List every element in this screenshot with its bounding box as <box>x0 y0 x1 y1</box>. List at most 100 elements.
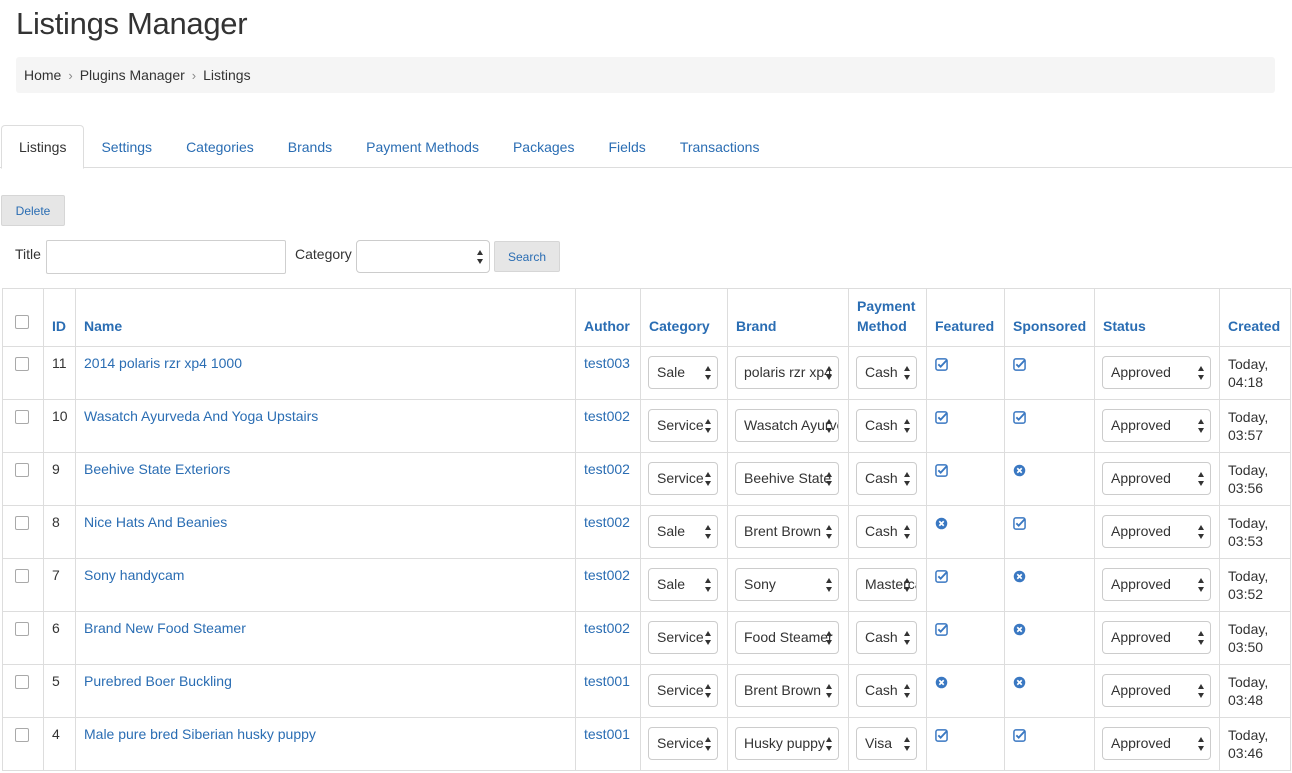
delete-button[interactable]: Delete <box>1 195 65 226</box>
check-square-icon[interactable] <box>1013 517 1026 530</box>
column-header-status[interactable]: Status <box>1094 288 1220 347</box>
column-header-name[interactable]: Name <box>75 288 576 347</box>
row-checkbox[interactable] <box>15 410 29 424</box>
status-select[interactable]: Approved <box>1102 621 1211 654</box>
status-select[interactable]: Approved <box>1102 356 1211 389</box>
tab-settings[interactable]: Settings <box>84 125 169 168</box>
author-link[interactable]: test001 <box>584 673 630 689</box>
tab-categories[interactable]: Categories <box>169 125 271 168</box>
table-row: 10 Wasatch Ayurveda And Yoga Upstairs test… <box>2 399 1291 453</box>
tab-packages[interactable]: Packages <box>496 125 591 168</box>
select-all-checkbox[interactable] <box>15 315 29 329</box>
category-select[interactable]: Service <box>648 462 718 495</box>
times-circle-icon[interactable] <box>1013 676 1026 689</box>
category-select[interactable]: Service <box>648 727 718 760</box>
tab-brands[interactable]: Brands <box>271 125 349 168</box>
times-circle-icon[interactable] <box>1013 623 1026 636</box>
check-square-icon[interactable] <box>1013 729 1026 742</box>
status-select[interactable]: Approved <box>1102 727 1211 760</box>
times-circle-icon[interactable] <box>1013 570 1026 583</box>
status-select[interactable]: Approved <box>1102 568 1211 601</box>
row-checkbox[interactable] <box>15 675 29 689</box>
payment-method-select[interactable]: Cash <box>856 462 917 495</box>
column-header-category[interactable]: Category <box>640 288 728 347</box>
check-square-icon[interactable] <box>935 464 948 477</box>
category-select[interactable]: Service <box>648 621 718 654</box>
payment-method-select[interactable]: Cash <box>856 621 917 654</box>
tab-listings[interactable]: Listings <box>1 125 85 169</box>
column-header-created[interactable]: Created <box>1219 288 1291 347</box>
category-select[interactable]: Service <box>648 674 718 707</box>
status-select[interactable]: Approved <box>1102 674 1211 707</box>
row-checkbox[interactable] <box>15 516 29 530</box>
payment-method-select[interactable]: Cash <box>856 356 917 389</box>
tab-payment-methods[interactable]: Payment Methods <box>349 125 496 168</box>
check-square-icon[interactable] <box>935 623 948 636</box>
row-checkbox[interactable] <box>15 569 29 583</box>
column-header-featured[interactable]: Featured <box>926 288 1005 347</box>
check-square-icon[interactable] <box>935 729 948 742</box>
check-square-icon[interactable] <box>935 570 948 583</box>
listing-name-link[interactable]: Nice Hats And Beanies <box>84 514 227 530</box>
category-filter-select[interactable] <box>356 240 490 273</box>
payment-method-select[interactable]: Cash <box>856 674 917 707</box>
column-header-payment-method[interactable]: Payment Method <box>848 288 927 347</box>
author-link[interactable]: test002 <box>584 514 630 530</box>
payment-method-select[interactable]: Mastercard <box>856 568 917 601</box>
category-select[interactable]: Sale <box>648 356 718 389</box>
listing-name-link[interactable]: Beehive State Exteriors <box>84 461 230 477</box>
tab-transactions[interactable]: Transactions <box>663 125 777 168</box>
author-link[interactable]: test003 <box>584 355 630 371</box>
brand-select[interactable]: Brent Brown <box>735 515 839 548</box>
listing-name-link[interactable]: Wasatch Ayurveda And Yoga Upstairs <box>84 408 318 424</box>
brand-select[interactable]: polaris rzr xp4 <box>735 356 839 389</box>
breadcrumb-plugins-manager[interactable]: Plugins Manager <box>80 67 185 83</box>
check-square-icon[interactable] <box>1013 411 1026 424</box>
author-link[interactable]: test002 <box>584 408 630 424</box>
times-circle-icon[interactable] <box>1013 464 1026 477</box>
listing-name-link[interactable]: Brand New Food Steamer <box>84 620 246 636</box>
select-arrows-icon <box>1198 578 1205 592</box>
author-link[interactable]: test002 <box>584 567 630 583</box>
brand-select[interactable]: Husky puppy <box>735 727 839 760</box>
brand-select[interactable]: Food Steamer <box>735 621 839 654</box>
row-checkbox[interactable] <box>15 622 29 636</box>
brand-select[interactable]: Wasatch Ayurveda <box>735 409 839 442</box>
payment-method-select[interactable]: Cash <box>856 409 917 442</box>
times-circle-icon[interactable] <box>935 517 948 530</box>
times-circle-icon[interactable] <box>935 676 948 689</box>
check-square-icon[interactable] <box>935 411 948 424</box>
listing-name-link[interactable]: 2014 polaris rzr xp4 1000 <box>84 355 242 371</box>
payment-method-select[interactable]: Cash <box>856 515 917 548</box>
listing-name-link[interactable]: Male pure bred Siberian husky puppy <box>84 726 316 742</box>
author-link[interactable]: test002 <box>584 461 630 477</box>
category-select[interactable]: Sale <box>648 568 718 601</box>
column-header-brand[interactable]: Brand <box>727 288 849 347</box>
row-checkbox[interactable] <box>15 463 29 477</box>
brand-select[interactable]: Beehive State <box>735 462 839 495</box>
search-button[interactable]: Search <box>494 241 560 272</box>
column-header-author[interactable]: Author <box>575 288 641 347</box>
category-select[interactable]: Sale <box>648 515 718 548</box>
author-link[interactable]: test001 <box>584 726 630 742</box>
brand-select[interactable]: Brent Brown <box>735 674 839 707</box>
column-header-sponsored[interactable]: Sponsored <box>1004 288 1095 347</box>
status-select[interactable]: Approved <box>1102 462 1211 495</box>
row-id: 9 <box>43 452 76 506</box>
row-checkbox[interactable] <box>15 728 29 742</box>
title-filter-input[interactable] <box>46 240 286 274</box>
column-header-id[interactable]: ID <box>43 288 76 347</box>
status-select[interactable]: Approved <box>1102 515 1211 548</box>
breadcrumb-home[interactable]: Home <box>24 67 61 83</box>
brand-select[interactable]: Sony <box>735 568 839 601</box>
category-select[interactable]: Service <box>648 409 718 442</box>
listing-name-link[interactable]: Purebred Boer Buckling <box>84 673 232 689</box>
check-square-icon[interactable] <box>935 358 948 371</box>
listing-name-link[interactable]: Sony handycam <box>84 567 184 583</box>
payment-method-select[interactable]: Visa <box>856 727 917 760</box>
status-select[interactable]: Approved <box>1102 409 1211 442</box>
author-link[interactable]: test002 <box>584 620 630 636</box>
check-square-icon[interactable] <box>1013 358 1026 371</box>
row-checkbox[interactable] <box>15 357 29 371</box>
tab-fields[interactable]: Fields <box>591 125 662 168</box>
